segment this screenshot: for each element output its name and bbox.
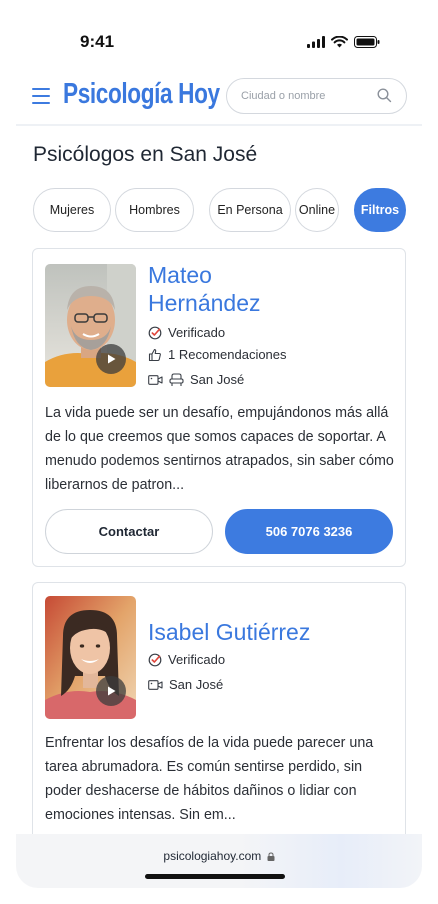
verified-row: Verificado [148, 325, 225, 340]
verified-label: Verificado [168, 325, 226, 340]
phone-call-button[interactable]: 506 7076 3236 [225, 509, 393, 554]
lock-icon [267, 852, 275, 861]
profile-description: Enfrentar los desafíos de la vida puede … [45, 735, 374, 823]
hamburger-menu-icon[interactable] [32, 88, 50, 104]
video-session-icon [148, 374, 163, 385]
play-icon [108, 354, 116, 364]
in-person-chair-icon [169, 372, 184, 386]
profile-photo[interactable] [45, 596, 136, 719]
profile-name-line1: Mateo [148, 262, 212, 288]
profile-card[interactable]: Mateo Hernández Verificado 1 Recomendaci… [32, 248, 406, 567]
filter-chip-online[interactable]: Online [295, 188, 339, 232]
wifi-icon [331, 36, 348, 48]
profile-name[interactable]: Isabel Gutiérrez [148, 618, 310, 646]
search-icon[interactable] [377, 88, 392, 103]
location-row: San José [148, 677, 223, 692]
profile-name-line2: Hernández [148, 290, 261, 316]
video-session-icon [148, 679, 163, 690]
status-icons [307, 36, 380, 48]
browser-address-bar[interactable]: psicologiahoy.com [16, 834, 422, 888]
filter-chips: Mujeres Hombres En Persona Online Filtro… [0, 188, 438, 232]
verified-label: Verificado [168, 652, 226, 667]
profile-photo[interactable] [45, 264, 136, 387]
profile-name[interactable]: Mateo Hernández [148, 261, 261, 317]
recommendations-label: 1 Recomendaciones [168, 347, 287, 362]
filter-chip-mujeres[interactable]: Mujeres [33, 188, 111, 232]
play-video-button[interactable] [96, 344, 126, 374]
logo[interactable]: Psicología Hoy [63, 78, 220, 111]
filter-chip-hombres[interactable]: Hombres [115, 188, 194, 232]
thumbs-up-icon [148, 348, 161, 361]
location-label: San José [169, 677, 224, 692]
location-row: San José [148, 372, 244, 387]
verified-check-icon [148, 653, 162, 666]
verified-check-icon [148, 326, 162, 339]
status-bar: 9:41 [0, 0, 438, 70]
search-box[interactable] [226, 78, 407, 114]
recommendations-row: 1 Recomendaciones [148, 347, 287, 362]
app-header: Psicología Hoy [16, 70, 422, 126]
url-display[interactable]: psicologiahoy.com [16, 849, 422, 863]
filter-chip-en-persona[interactable]: En Persona [209, 188, 291, 232]
location-label: San José [190, 372, 245, 387]
page-title: Psicólogos en San José [33, 143, 258, 166]
signal-icon [307, 36, 325, 48]
verified-row: Verificado [148, 652, 225, 667]
filters-button[interactable]: Filtros [354, 188, 406, 232]
status-time: 9:41 [80, 32, 115, 51]
profile-card[interactable]: Isabel Gutiérrez Verificado San José Enf… [32, 582, 406, 842]
play-icon [108, 686, 116, 696]
contact-button[interactable]: Contactar [45, 509, 213, 554]
url-text: psicologiahoy.com [163, 849, 262, 863]
home-indicator[interactable] [145, 874, 285, 879]
search-input[interactable] [241, 79, 371, 113]
play-video-button[interactable] [96, 676, 126, 706]
battery-icon [354, 36, 380, 48]
profile-description: La vida puede ser un desafío, empujándon… [45, 405, 394, 493]
